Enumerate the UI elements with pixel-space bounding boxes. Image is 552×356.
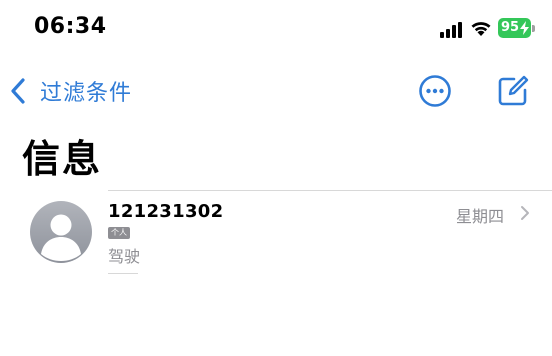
status-time: 06:34	[34, 14, 107, 39]
battery-icon: 95	[498, 18, 536, 38]
conversation-preview: 驾驶	[108, 247, 141, 266]
back-button[interactable]: 过滤条件	[10, 74, 132, 108]
wifi-icon	[471, 22, 491, 36]
avatar	[30, 201, 92, 263]
conversation-date: 星期四	[456, 207, 505, 226]
conversation-row[interactable]: 121231302 个人 驾驶 星期四	[0, 191, 552, 273]
battery-nub	[532, 25, 535, 32]
row-divider	[108, 273, 138, 274]
charging-bolt-icon	[520, 21, 529, 35]
chevron-left-icon	[11, 78, 25, 104]
more-icon[interactable]	[418, 74, 452, 108]
category-badge: 个人	[108, 227, 130, 239]
page-title: 信息	[22, 137, 103, 181]
status-bar: 06:34 95	[0, 0, 552, 60]
back-label: 过滤条件	[40, 81, 133, 106]
person-icon	[41, 214, 81, 261]
compose-icon[interactable]	[496, 74, 530, 108]
conversation-sender: 121231302	[108, 201, 224, 222]
nav-bar: 过滤条件	[0, 66, 552, 116]
chevron-right-icon	[521, 206, 529, 220]
signal-icon	[440, 22, 462, 38]
messages-screen: 06:34 95 过滤条件 信息 121231302 个人 驾驶 星期四	[0, 0, 552, 356]
